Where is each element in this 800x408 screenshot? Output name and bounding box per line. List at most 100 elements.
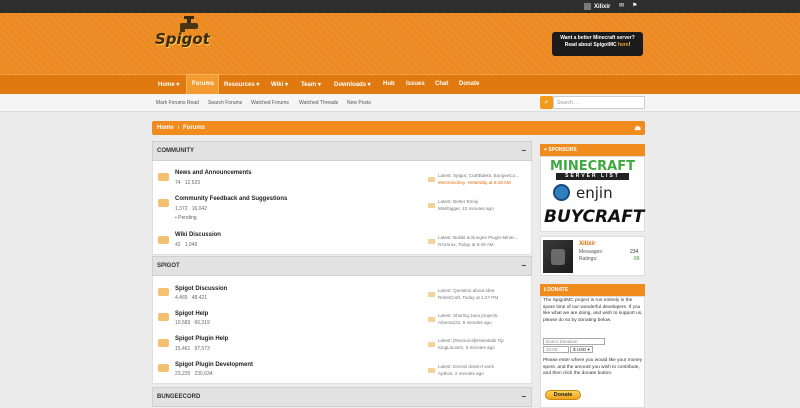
forum-title[interactable]: Wiki Discussion: [175, 232, 221, 238]
nav-hub[interactable]: Hub: [383, 81, 395, 87]
latest-meta[interactable]: RAzorax, Today at 5:49 AM: [438, 241, 531, 248]
forum-read-icon: [158, 173, 169, 181]
top-bar: [0, 0, 800, 13]
search-icon: ⌕: [544, 99, 549, 106]
posts-count: 16,042: [191, 206, 207, 212]
latest-meta[interactable]: Apthos, 2 minutes ago: [438, 370, 531, 377]
forum-title[interactable]: News and Announcements: [175, 170, 251, 176]
main-nav: Home ▾ Forums Resources ▾ Wiki ▾ Team ▾ …: [0, 74, 800, 95]
latest-post: Latest: [Resource]Essentials Tip KingLinu…: [438, 337, 531, 351]
donate-header: ℹ DONATE: [540, 284, 645, 296]
donor-name-input[interactable]: Donor Donation: [543, 338, 605, 345]
sponsor-buycraft[interactable]: BUYCRAFT: [544, 207, 644, 227]
collapse-icon[interactable]: −: [521, 392, 526, 401]
latest-title[interactable]: Latest: Events doesn't work: [438, 363, 531, 370]
latest-title[interactable]: Latest: Better Emoji: [438, 198, 531, 205]
ratings-count[interactable]: 69: [634, 256, 640, 262]
watched-forums-link[interactable]: Watched Forums: [251, 100, 289, 106]
latest-post: Latest: Sharing Java projects. Athena222,…: [438, 312, 531, 326]
forum-read-icon: [158, 236, 169, 244]
promo-line2: Read about SpigotMC: [564, 42, 619, 48]
breadcrumb-current[interactable]: Forums: [183, 125, 205, 131]
latest-meta[interactable]: electronicboy, Yesterday at 6:18 AM: [438, 179, 531, 186]
latest-title[interactable]: Latest: Spigot, CraftBukkit, BungeeCo...: [438, 172, 531, 179]
subforum-label[interactable]: Pending: [178, 215, 196, 221]
latest-meta[interactable]: Athena222, 9 minutes ago: [438, 319, 531, 326]
category-header[interactable]: SPIGOT −: [152, 256, 532, 276]
posts-count: 97,573: [194, 346, 210, 352]
category-header[interactable]: COMMUNITY −: [152, 141, 532, 161]
latest-icon: [428, 292, 435, 297]
site-logo[interactable]: Spigot: [155, 30, 210, 48]
nav-wiki[interactable]: Wiki ▾: [271, 81, 288, 88]
watched-threads-link[interactable]: Watched Threads: [299, 100, 338, 106]
amount-input[interactable]: 10.00: [543, 346, 569, 353]
latest-title[interactable]: Latest: Bukkit & Bungee Plugin Minec...: [438, 234, 531, 241]
forum-title[interactable]: Spigot Discussion: [175, 286, 227, 292]
forum-list: Spigot Discussion 4,465 48,421 Latest: Q…: [152, 276, 532, 384]
forum-title[interactable]: Spigot Plugin Development: [175, 362, 253, 368]
threads-count: 42: [175, 242, 181, 248]
collapse-icon[interactable]: −: [521, 261, 526, 270]
user-menu[interactable]: Xilixir: [584, 3, 610, 10]
latest-meta[interactable]: MiniDigger, 10 minutes ago: [438, 205, 531, 212]
latest-icon: [428, 342, 435, 347]
site-header: [0, 13, 800, 74]
nav-forums[interactable]: Forums: [192, 81, 214, 87]
latest-title[interactable]: Latest: Question about idea: [438, 287, 531, 294]
nav-donate[interactable]: Donate: [459, 81, 479, 87]
sponsor-server-list[interactable]: SERVER LIST: [556, 173, 629, 180]
nav-home[interactable]: Home ▾: [158, 81, 179, 88]
category-title: BUNGEECORD: [157, 394, 201, 400]
forum-stats: 42 1,046: [175, 242, 197, 248]
latest-title[interactable]: Latest: [Resource]Essentials Tip: [438, 337, 531, 344]
donate-instructions: Please enter where you would like your m…: [543, 358, 643, 376]
currency-select[interactable]: $ USD ▾: [570, 346, 593, 353]
search-button[interactable]: ⌕: [540, 96, 553, 109]
nav-issues[interactable]: Issues: [406, 81, 425, 87]
forum-title[interactable]: Spigot Plugin Help: [175, 336, 228, 342]
threads-count: 15,461: [175, 346, 191, 352]
envelope-icon[interactable]: ✉: [619, 3, 626, 9]
breadcrumb-home[interactable]: Home: [157, 125, 174, 131]
posts-count: 12,523: [184, 180, 201, 186]
promo-link[interactable]: here: [618, 42, 629, 48]
flag-icon[interactable]: ⚑: [632, 3, 639, 9]
username: Xilixir: [594, 3, 611, 10]
mark-forums-read-link[interactable]: Mark Forums Read: [156, 100, 199, 106]
promo-line1: Want a better Minecraft server?: [560, 35, 635, 41]
sponsor-enjin[interactable]: enjin: [576, 184, 636, 202]
forum-title[interactable]: Community Feedback and Suggestions: [175, 196, 287, 202]
nav-resources[interactable]: Resources ▾: [224, 81, 259, 88]
collapse-icon[interactable]: −: [521, 146, 526, 155]
avatar[interactable]: [543, 240, 573, 273]
messages-count[interactable]: 234: [630, 249, 638, 255]
category-title: COMMUNITY: [157, 148, 194, 154]
sponsor-minecraft[interactable]: MINECRAFT: [544, 159, 641, 174]
scroll-top-icon[interactable]: ⏏: [634, 124, 641, 132]
nav-downloads[interactable]: Downloads ▾: [334, 81, 371, 88]
latest-post: Latest: Better Emoji MiniDigger, 10 minut…: [438, 198, 531, 212]
search-forums-link[interactable]: Search Forums: [208, 100, 242, 106]
latest-meta[interactable]: RebelCraft, Today at 1:27 PM: [438, 294, 531, 301]
profile-name[interactable]: Xilixir: [579, 241, 595, 247]
promo-box: Want a better Minecraft server? Read abo…: [552, 32, 643, 56]
enjin-logo-icon: [553, 184, 570, 201]
new-posts-link[interactable]: New Posts: [347, 100, 371, 106]
latest-meta[interactable]: KingLinux01, 8 minutes ago: [438, 344, 531, 351]
donate-button[interactable]: Donate: [545, 390, 581, 400]
forum-stats: 74 12,523: [175, 180, 200, 186]
forum-title[interactable]: Spigot Help: [175, 311, 208, 317]
promo-suffix: !: [628, 42, 631, 48]
latest-post: Latest: Events doesn't work Apthos, 2 min…: [438, 363, 531, 377]
latest-title[interactable]: Latest: Sharing Java projects.: [438, 312, 531, 319]
nav-chat[interactable]: Chat: [435, 81, 448, 87]
info-icon: ℹ: [544, 287, 546, 293]
search-input[interactable]: Search...: [553, 96, 645, 109]
posts-count: 1,046: [184, 242, 198, 248]
category-header[interactable]: BUNGEECORD −: [152, 387, 532, 407]
heart-icon: ♥: [544, 147, 547, 153]
sub-nav: Mark Forums Read Search Forums Watched F…: [0, 94, 800, 112]
forum-read-icon: [158, 288, 169, 296]
nav-team[interactable]: Team ▾: [301, 81, 321, 88]
